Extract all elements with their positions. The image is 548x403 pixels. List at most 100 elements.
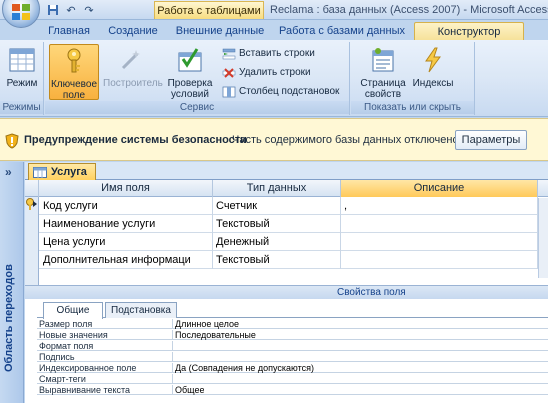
group-show-hide: Страница свойств Индексы Показать или ск… bbox=[351, 42, 475, 115]
table-icon bbox=[33, 166, 47, 178]
tab-external-data[interactable]: Внешние данные bbox=[170, 22, 270, 40]
description-cell[interactable]: , bbox=[341, 197, 538, 215]
row-selector[interactable] bbox=[25, 251, 39, 269]
builder-button[interactable]: Построитель bbox=[103, 44, 163, 100]
key-field-button[interactable]: Ключевое поле bbox=[49, 44, 99, 101]
data-type-cell[interactable]: Текстовый bbox=[213, 251, 341, 269]
tab-lookup[interactable]: Подстановка bbox=[105, 302, 177, 318]
insert-rows-label: Вставить строки bbox=[239, 48, 315, 59]
tab-design[interactable]: Конструктор bbox=[414, 22, 524, 40]
ribbon-tabs: Главная Создание Внешние данные Работа с… bbox=[0, 20, 548, 40]
document-tab-strip: Услуга bbox=[25, 162, 548, 180]
mode-label: Режим bbox=[6, 78, 38, 89]
tab-create[interactable]: Создание bbox=[103, 22, 163, 40]
delete-rows-label: Удалить строки bbox=[239, 67, 311, 78]
field-name-cell[interactable]: Цена услуги bbox=[40, 233, 213, 251]
navigation-pane-label: Область переходов bbox=[3, 264, 15, 372]
property-sheet-label-2: свойств bbox=[364, 89, 402, 100]
description-cell[interactable] bbox=[341, 233, 538, 251]
check-icon bbox=[174, 44, 206, 76]
lookup-column-button[interactable]: Столбец подстановок bbox=[222, 84, 339, 100]
navigation-pane[interactable]: » Область переходов bbox=[0, 162, 24, 403]
undo-icon[interactable]: ↶ bbox=[64, 3, 78, 17]
field-name-cell[interactable]: Дополнительная информаци bbox=[40, 251, 213, 269]
property-row[interactable]: Размер поля Длинное целое bbox=[37, 319, 548, 329]
field-name-cell[interactable]: Наименование услуги bbox=[40, 215, 213, 233]
property-name: Подпись bbox=[39, 352, 173, 362]
table-row[interactable]: Код услуги Счетчик , bbox=[25, 197, 548, 215]
data-type-cell[interactable]: Счетчик bbox=[213, 197, 341, 215]
indexes-button[interactable]: Индексы bbox=[411, 44, 455, 100]
column-header-field-name[interactable]: Имя поля bbox=[39, 180, 213, 197]
delete-rows-button[interactable]: Удалить строки bbox=[222, 65, 311, 81]
save-icon[interactable] bbox=[46, 3, 60, 17]
document-tab[interactable]: Услуга bbox=[28, 163, 96, 180]
tab-general[interactable]: Общие bbox=[43, 302, 103, 319]
key-field-label-1: Ключевое bbox=[50, 79, 98, 90]
nav-toggle-icon[interactable]: » bbox=[5, 165, 12, 179]
property-name: Смарт-теги bbox=[39, 374, 173, 384]
insert-rows-button[interactable]: Вставить строки bbox=[222, 46, 315, 62]
data-type-cell[interactable]: Текстовый bbox=[213, 215, 341, 233]
vertical-scrollbar[interactable] bbox=[538, 198, 548, 278]
key-icon bbox=[58, 45, 90, 77]
table-row[interactable]: Дополнительная информаци Текстовый bbox=[25, 251, 548, 269]
property-value[interactable]: Последовательные bbox=[175, 330, 256, 340]
table-row[interactable]: Цена услуги Денежный bbox=[25, 233, 548, 251]
properties-tabs: Общие Подстановка bbox=[37, 302, 548, 319]
property-sheet-button[interactable]: Страница свойств bbox=[356, 44, 410, 100]
document-area: Услуга Имя поля Тип данных Описание Код … bbox=[25, 162, 548, 403]
mode-button[interactable]: Режим bbox=[3, 44, 41, 100]
data-type-cell[interactable]: Денежный bbox=[213, 233, 341, 251]
builder-icon bbox=[115, 44, 147, 76]
property-sheet-icon bbox=[367, 44, 399, 76]
group-label-modes: Режимы bbox=[0, 101, 43, 114]
redo-icon[interactable]: ↷ bbox=[82, 3, 96, 17]
tab-database-tools[interactable]: Работа с базами данных bbox=[274, 22, 410, 40]
table-row[interactable]: Наименование услуги Текстовый bbox=[25, 215, 548, 233]
property-name: Формат поля bbox=[39, 341, 173, 351]
check-conditions-label-2: условий bbox=[171, 89, 209, 100]
property-value[interactable]: Да (Совпадения не допускаются) bbox=[175, 363, 314, 373]
check-conditions-button[interactable]: Проверка условий bbox=[163, 44, 217, 100]
tab-home[interactable]: Главная bbox=[42, 22, 96, 40]
property-row[interactable]: Подпись bbox=[37, 352, 548, 362]
property-row[interactable]: Формат поля bbox=[37, 341, 548, 351]
property-row[interactable]: Новые значения Последовательные bbox=[37, 330, 548, 340]
options-button[interactable]: Параметры bbox=[455, 130, 527, 150]
property-row[interactable]: Смарт-теги bbox=[37, 374, 548, 384]
description-cell[interactable] bbox=[341, 215, 538, 233]
security-warning-bar: Предупреждение системы безопасности Част… bbox=[0, 118, 548, 161]
ribbon: Режим Режимы Ключевое поле Построитель П… bbox=[0, 40, 548, 117]
row-selector[interactable] bbox=[25, 197, 39, 215]
field-name-cell[interactable]: Код услуги bbox=[40, 197, 213, 215]
grid-header: Имя поля Тип данных Описание bbox=[25, 180, 548, 197]
row-selector[interactable] bbox=[25, 233, 39, 251]
description-cell[interactable] bbox=[341, 251, 538, 269]
group-label-show-hide: Показать или скрыть bbox=[351, 101, 474, 114]
row-selector[interactable] bbox=[25, 215, 39, 233]
office-logo-icon bbox=[12, 4, 30, 20]
primary-key-icon bbox=[26, 198, 37, 210]
title-bar: ↶ ↷ Работа с таблицами Reclama : база да… bbox=[0, 0, 548, 28]
group-service: Ключевое поле Построитель Проверка услов… bbox=[45, 42, 350, 115]
lookup-column-icon bbox=[222, 86, 236, 98]
property-row[interactable]: Индексированное поле Да (Совпадения не д… bbox=[37, 363, 548, 373]
header-selector bbox=[25, 180, 39, 197]
check-conditions-label-1: Проверка bbox=[167, 78, 213, 89]
property-value[interactable]: Общее bbox=[175, 385, 204, 395]
column-header-description[interactable]: Описание bbox=[341, 180, 538, 197]
property-row[interactable]: Выравнивание текста Общее bbox=[37, 385, 548, 395]
group-label-service: Сервис bbox=[45, 101, 349, 114]
column-header-data-type[interactable]: Тип данных bbox=[213, 180, 341, 197]
document-tab-label: Услуга bbox=[51, 166, 87, 178]
property-name: Размер поля bbox=[39, 319, 173, 329]
delete-rows-icon bbox=[222, 68, 236, 78]
property-name: Новые значения bbox=[39, 330, 173, 340]
lookup-column-label: Столбец подстановок bbox=[239, 86, 340, 97]
property-value[interactable]: Длинное целое bbox=[175, 319, 239, 329]
property-name: Выравнивание текста bbox=[39, 385, 173, 395]
property-sheet-label-1: Страница bbox=[360, 78, 406, 89]
datasheet-icon bbox=[6, 44, 38, 76]
indexes-label: Индексы bbox=[412, 78, 454, 89]
